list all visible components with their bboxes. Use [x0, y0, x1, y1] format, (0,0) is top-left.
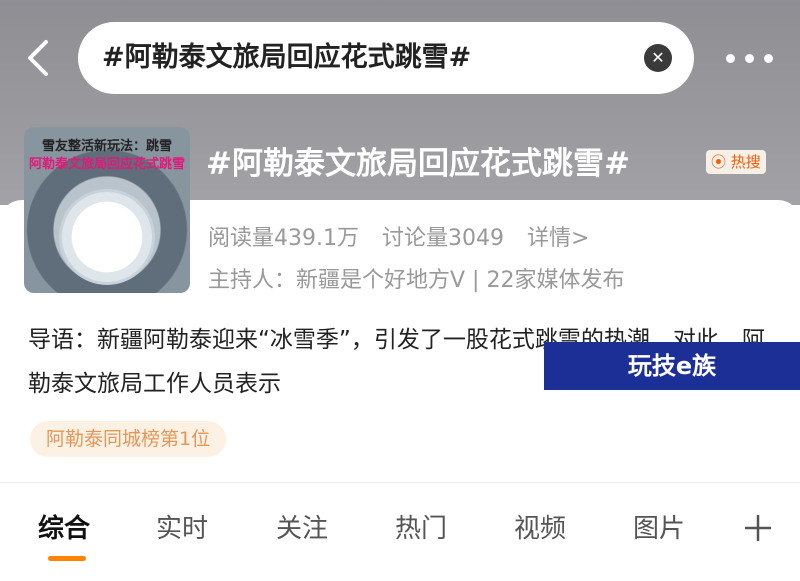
tab-bar: 综合 实时 关注 热门 视频 图片	[0, 500, 800, 561]
search-input[interactable]: #阿勒泰文旅局回应花式跳雪# ✕	[78, 22, 694, 94]
add-tab-button[interactable]	[742, 512, 774, 544]
location-pin-icon: ⦿	[711, 153, 727, 171]
hot-search-badge[interactable]: ⦿ 热搜	[706, 150, 766, 174]
watermark-logo: 玩技e族	[544, 342, 800, 390]
tab-realtime[interactable]: 实时	[156, 508, 208, 545]
topic-title: #阿勒泰文旅局回应花式跳雪#	[206, 146, 630, 182]
search-query[interactable]: #阿勒泰文旅局回应花式跳雪#	[102, 22, 471, 94]
plus-icon	[745, 515, 771, 541]
thumbnail-caption-1: 雪友整活新玩法：跳雪	[41, 139, 172, 154]
tab-images[interactable]: 图片	[633, 508, 685, 545]
read-count: 阅读量439.1万	[208, 226, 359, 251]
more-dot	[726, 54, 735, 63]
more-dot	[745, 54, 754, 63]
rank-badge[interactable]: 阿勒泰同城榜第1位	[30, 421, 227, 457]
back-button[interactable]	[18, 36, 62, 80]
close-icon: ✕	[651, 48, 665, 67]
thumbnail-caption-2: 阿勒泰文旅局回应花式跳雪	[28, 157, 185, 172]
active-tab-indicator	[48, 556, 86, 561]
divider	[0, 482, 800, 483]
tab-video[interactable]: 视频	[514, 508, 566, 545]
tab-popular[interactable]: 热门	[395, 508, 447, 545]
details-link[interactable]: 详情>	[527, 226, 589, 251]
more-dot	[764, 54, 773, 63]
topic-stats: 阅读量439.1万 讨论量3049 详情>	[208, 220, 605, 252]
topic-thumbnail[interactable]: 雪友整活新玩法：跳雪 阿勒泰文旅局回应花式跳雪	[24, 127, 190, 293]
more-button[interactable]	[722, 40, 778, 76]
tab-comprehensive[interactable]: 综合	[38, 508, 90, 545]
clear-search-button[interactable]: ✕	[644, 44, 672, 72]
thumbnail-image	[59, 189, 155, 285]
chevron-left-icon	[28, 40, 48, 76]
hot-badge-label: 热搜	[730, 153, 761, 171]
tab-following[interactable]: 关注	[276, 508, 328, 545]
topic-host[interactable]: 主持人：新疆是个好地方V | 22家媒体发布	[208, 262, 624, 294]
discussion-count: 讨论量3049	[381, 226, 504, 251]
